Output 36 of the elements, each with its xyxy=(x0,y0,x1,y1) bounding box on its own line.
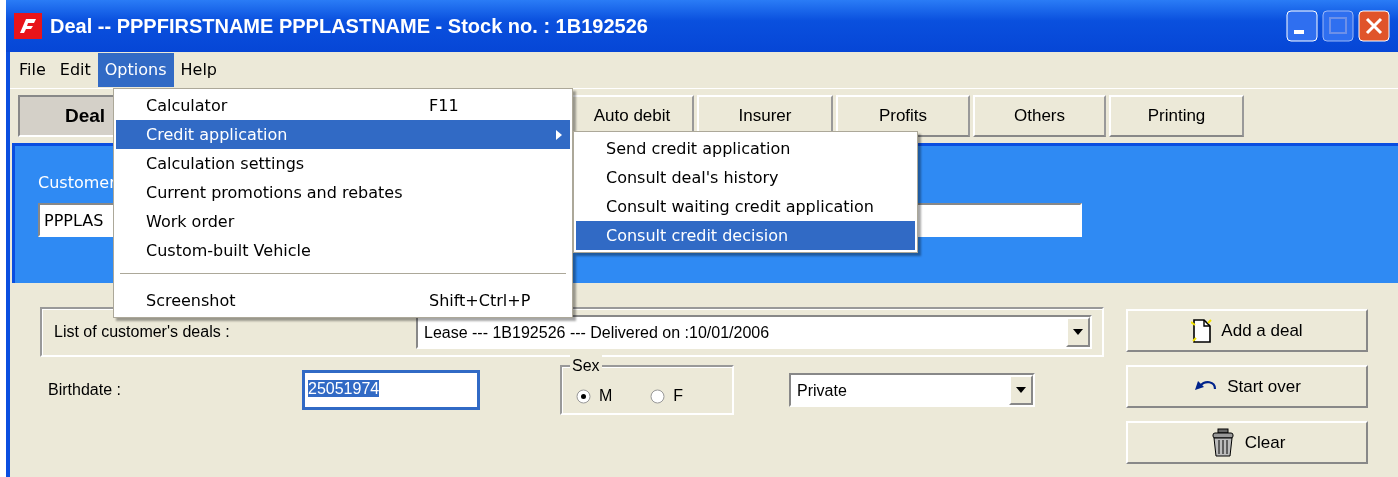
menu-item[interactable]: Edit xyxy=(52,53,98,87)
deals-label: List of customer's deals : xyxy=(54,322,231,342)
submenu-item[interactable]: Consult deal's history xyxy=(576,163,915,192)
deals-dropdown[interactable]: Lease --- 1B192526 --- Delivered on :10/01/2006 xyxy=(416,315,1092,349)
menu-item[interactable]: Options xyxy=(97,53,174,87)
menu-item[interactable]: Calculation settings xyxy=(116,149,570,178)
menu-item[interactable]: Credit application xyxy=(116,120,570,149)
menu-item[interactable]: Help xyxy=(173,53,224,87)
customer-label: Customer xyxy=(38,172,116,194)
tab[interactable]: Profits xyxy=(836,95,970,137)
birthdate-field[interactable]: 25051974 xyxy=(302,370,480,410)
menu-item[interactable]: Current promotions and rebates xyxy=(116,178,570,207)
menu-item[interactable]: Work order xyxy=(116,207,570,236)
document-icon xyxy=(1191,318,1214,343)
tab[interactable]: Printing xyxy=(1109,95,1244,137)
menu-item[interactable]: Custom-built Vehicle xyxy=(116,236,570,265)
customer-type-dropdown[interactable]: Private xyxy=(789,373,1035,407)
radio-button[interactable] xyxy=(650,388,666,404)
menu-item[interactable]: Screenshot Shift+Ctrl+P xyxy=(116,286,570,315)
tab[interactable]: Others xyxy=(973,95,1106,137)
submenu-arrow-icon xyxy=(556,129,562,140)
minimize-button[interactable] xyxy=(1286,10,1318,42)
radio-button[interactable] xyxy=(576,388,591,404)
window-title: Deal -- PPPFIRSTNAME PPPLASTNAME - Stock no. : 1B192526 xyxy=(50,14,648,39)
birthdate-label: Birthdate : xyxy=(47,380,122,400)
close-button[interactable] xyxy=(1358,10,1390,42)
start-over-button[interactable]: Start over xyxy=(1126,365,1368,408)
submenu-item[interactable]: Consult credit decision xyxy=(576,221,915,250)
clear-button[interactable]: Clear xyxy=(1126,421,1368,464)
add-deal-button[interactable]: Add a deal xyxy=(1126,309,1368,352)
radio-label: M xyxy=(599,386,613,406)
submenu-item[interactable]: Send credit application xyxy=(576,134,915,163)
menu-item[interactable]: File xyxy=(12,53,53,87)
app-logo-icon xyxy=(14,13,42,39)
submenu-item[interactable]: Consult waiting credit application xyxy=(576,192,915,221)
radio-label: F xyxy=(673,386,684,406)
